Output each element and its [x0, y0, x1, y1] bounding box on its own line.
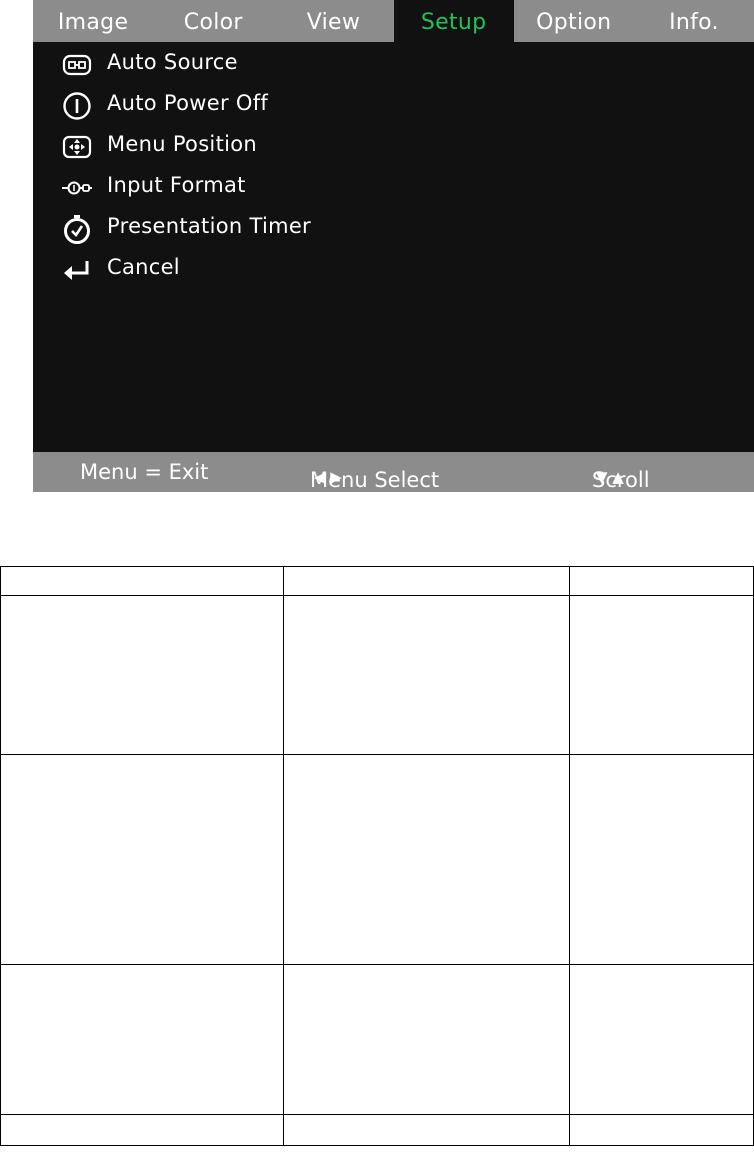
down-up-arrows-icon: ▼ ▲ [596, 468, 624, 486]
return-arrow-icon [61, 257, 93, 283]
setup-menu-list: Auto Source Auto Power Off Menu Position… [33, 44, 754, 290]
table-cell [569, 964, 754, 1115]
table-cell [283, 566, 570, 596]
table-row [0, 754, 754, 965]
table-cell [283, 754, 570, 965]
menu-item-label: Auto Power Off [107, 91, 269, 115]
menu-item-auto-source[interactable]: Auto Source [33, 44, 754, 85]
table-cell [0, 754, 284, 965]
menu-item-label: Input Format [107, 173, 246, 197]
auto-source-icon [61, 52, 93, 78]
table-cell [0, 964, 284, 1115]
menu-item-label: Menu Position [107, 132, 257, 156]
table-row [0, 964, 754, 1115]
table-row [0, 566, 754, 596]
table-cell [283, 1114, 570, 1146]
menu-item-input-format[interactable]: Input Format [33, 167, 754, 208]
table-cell [0, 1114, 284, 1146]
table-cell [569, 566, 754, 596]
left-right-arrows-icon: ◀ ▶ [314, 468, 342, 486]
tab-image[interactable]: Image [33, 0, 153, 42]
table-cell [569, 595, 754, 755]
footer-exit-hint: Menu = Exit [80, 460, 209, 484]
menu-item-label: Presentation Timer [107, 214, 311, 238]
menu-tab-bar: Image Color View Setup Option Info. [33, 0, 754, 42]
table-row [0, 595, 754, 755]
menu-item-cancel[interactable]: Cancel [33, 249, 754, 290]
table-cell [0, 566, 284, 596]
menu-position-icon [61, 134, 93, 160]
table-cell [569, 754, 754, 965]
menu-item-auto-power-off[interactable]: Auto Power Off [33, 85, 754, 126]
menu-item-presentation-timer[interactable]: Presentation Timer [33, 208, 754, 249]
table-cell [283, 595, 570, 755]
input-format-icon [61, 175, 93, 201]
table-cell [283, 964, 570, 1115]
menu-item-label: Auto Source [107, 50, 238, 74]
tab-option[interactable]: Option [514, 0, 634, 42]
tab-color[interactable]: Color [153, 0, 273, 42]
osd-footer-bar: Menu = Exit Menu Select ◀ ▶ Scroll ▼ ▲ [33, 452, 754, 492]
tab-view[interactable]: View [273, 0, 393, 42]
tab-info[interactable]: Info. [634, 0, 754, 42]
menu-item-label: Cancel [107, 255, 180, 279]
empty-table [0, 566, 754, 1146]
timer-icon [61, 215, 93, 244]
table-cell [569, 1114, 754, 1146]
table-row [0, 1114, 754, 1146]
tab-setup[interactable]: Setup [393, 0, 514, 42]
menu-item-menu-position[interactable]: Menu Position [33, 126, 754, 167]
power-icon [61, 92, 93, 120]
projector-osd-menu: Image Color View Setup Option Info. Auto… [33, 0, 754, 492]
table-cell [0, 595, 284, 755]
